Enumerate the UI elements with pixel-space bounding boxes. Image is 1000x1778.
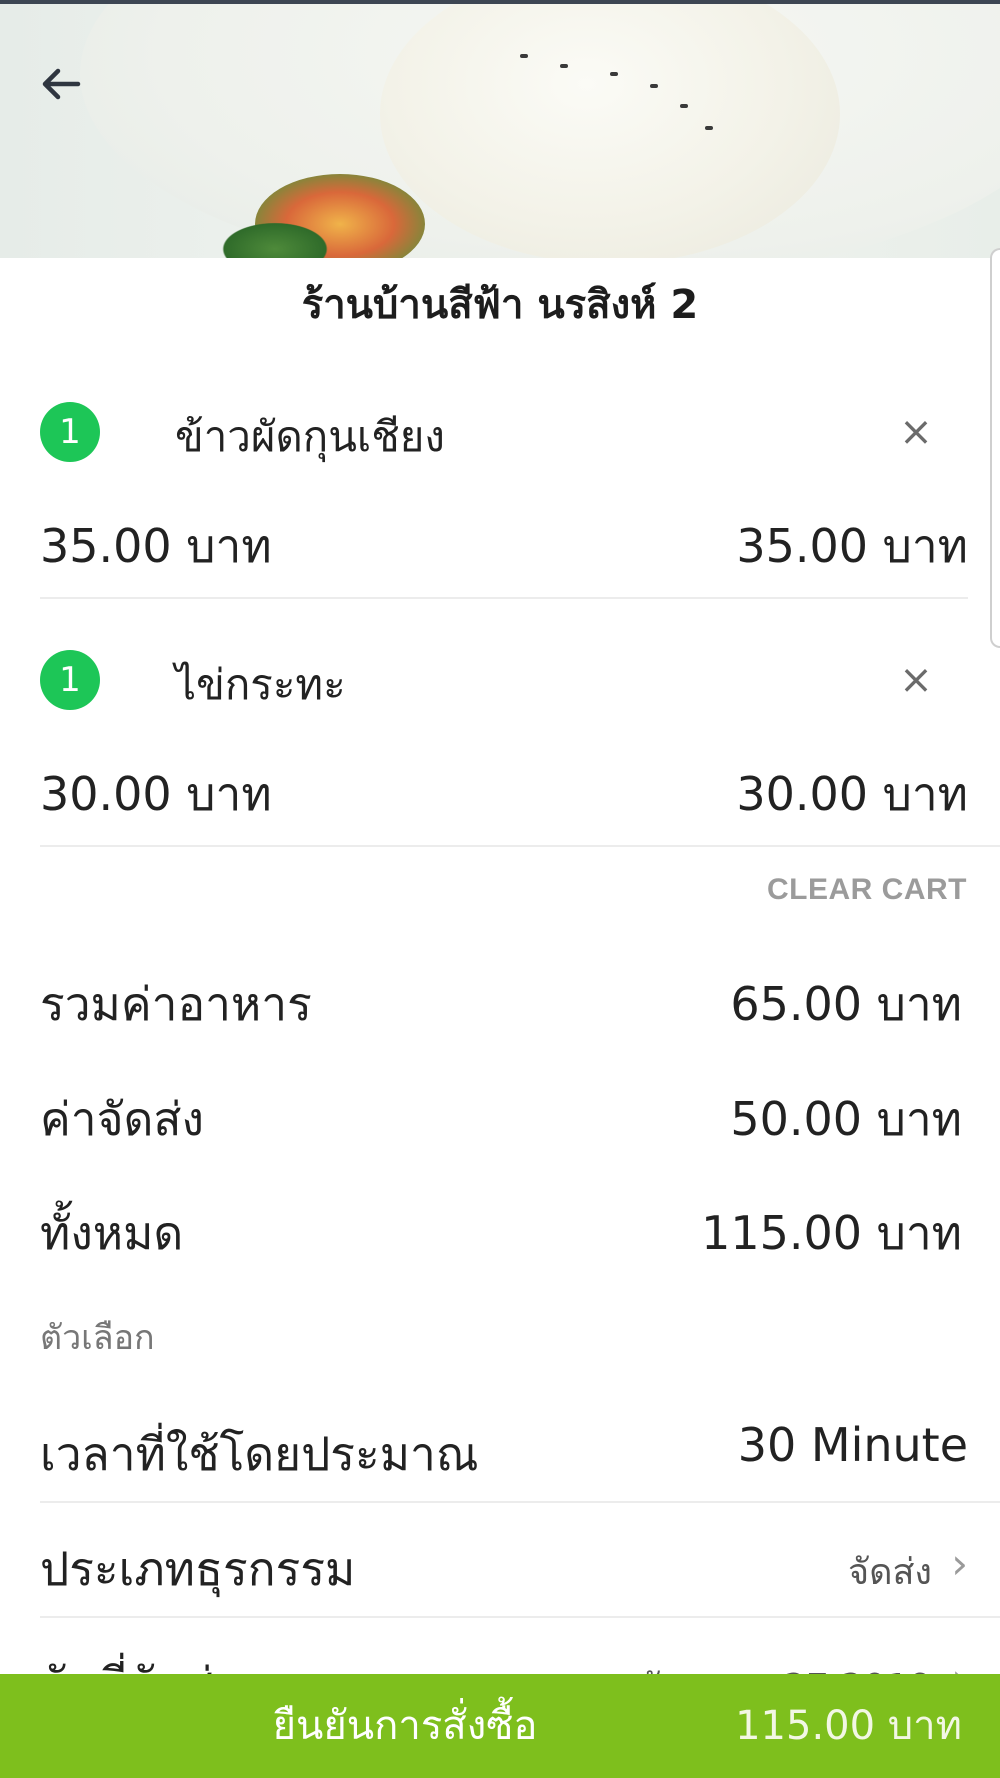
arrow-left-icon (42, 68, 81, 100)
delivery-fee-row: ค่าจัดส่ง 50.00 บาท (40, 1083, 962, 1146)
divider (40, 1501, 1000, 1503)
garnish-speck (680, 104, 688, 108)
food-total-value: 65.00 บาท (730, 977, 962, 1031)
garnish-speck (650, 84, 658, 88)
food-total-label: รวมค่าอาหาร (40, 977, 312, 1031)
options-section-label: ตัวเลือก (40, 1318, 155, 1358)
quantity-badge: 1 (40, 402, 100, 462)
garnish-speck (610, 72, 618, 76)
item-name: ข้าวผัดกุนเชียง (175, 412, 445, 461)
grand-total-label: ทั้งหมด (40, 1206, 184, 1260)
divider (40, 597, 968, 599)
back-button[interactable] (30, 54, 90, 114)
item-line-total: 35.00 บาท (736, 519, 968, 573)
clear-cart-button[interactable]: CLEAR CART (767, 873, 967, 907)
chevron-right-icon: › (951, 1539, 968, 1588)
close-icon: × (899, 409, 933, 455)
item-name: ไข่กระทะ (175, 660, 346, 709)
close-icon: × (899, 657, 933, 703)
estimated-time-row: เวลาที่ใช้โดยประมาณ 30 Minute (40, 1418, 968, 1481)
grand-total-row: ทั้งหมด 115.00 บาท (40, 1197, 962, 1260)
transaction-type-value: จัดส่ง (847, 1552, 932, 1593)
store-name: ร้านบ้านสีฟ้า นรสิงห์ 2 (301, 282, 699, 328)
estimated-time-label: เวลาที่ใช้โดยประมาณ (40, 1427, 479, 1481)
item-line-total: 30.00 บาท (736, 767, 968, 821)
divider (40, 845, 1000, 847)
quantity-badge: 1 (40, 650, 100, 710)
remove-item-button[interactable]: × (890, 654, 942, 706)
cart-item: 1 ไข่กระทะ × 30.00 บาท 30.00 บาท (40, 650, 968, 821)
confirm-order-label: ยืนยันการสั่งซื้อ (272, 1703, 538, 1749)
garnish-speck (520, 54, 528, 58)
item-unit-price: 35.00 บาท (40, 519, 272, 573)
transaction-type-row[interactable]: ประเภทธุรกรรม จัดส่ง › (40, 1533, 968, 1596)
delivery-fee-value: 50.00 บาท (730, 1092, 962, 1146)
restaurant-cover-image (0, 4, 1000, 258)
garnish-speck (705, 126, 713, 130)
garnish-speck (560, 64, 568, 68)
delivery-fee-label: ค่าจัดส่ง (40, 1092, 204, 1146)
remove-item-button[interactable]: × (890, 406, 942, 458)
estimated-time-value: 30 Minute (737, 1418, 968, 1472)
rice-shape (380, 4, 840, 258)
order-total-value: 115.00 บาท (735, 1703, 962, 1749)
transaction-type-label: ประเภทธุรกรรม (40, 1542, 356, 1596)
confirm-order-button[interactable]: ยืนยันการสั่งซื้อ 115.00 บาท (0, 1674, 1000, 1778)
divider (40, 1616, 1000, 1618)
cart-item: 1 ข้าวผัดกุนเชียง × 35.00 บาท 35.00 บาท (40, 402, 968, 573)
food-total-row: รวมค่าอาหาร 65.00 บาท (40, 968, 962, 1031)
grand-total-value: 115.00 บาท (701, 1206, 962, 1260)
item-unit-price: 30.00 บาท (40, 767, 272, 821)
